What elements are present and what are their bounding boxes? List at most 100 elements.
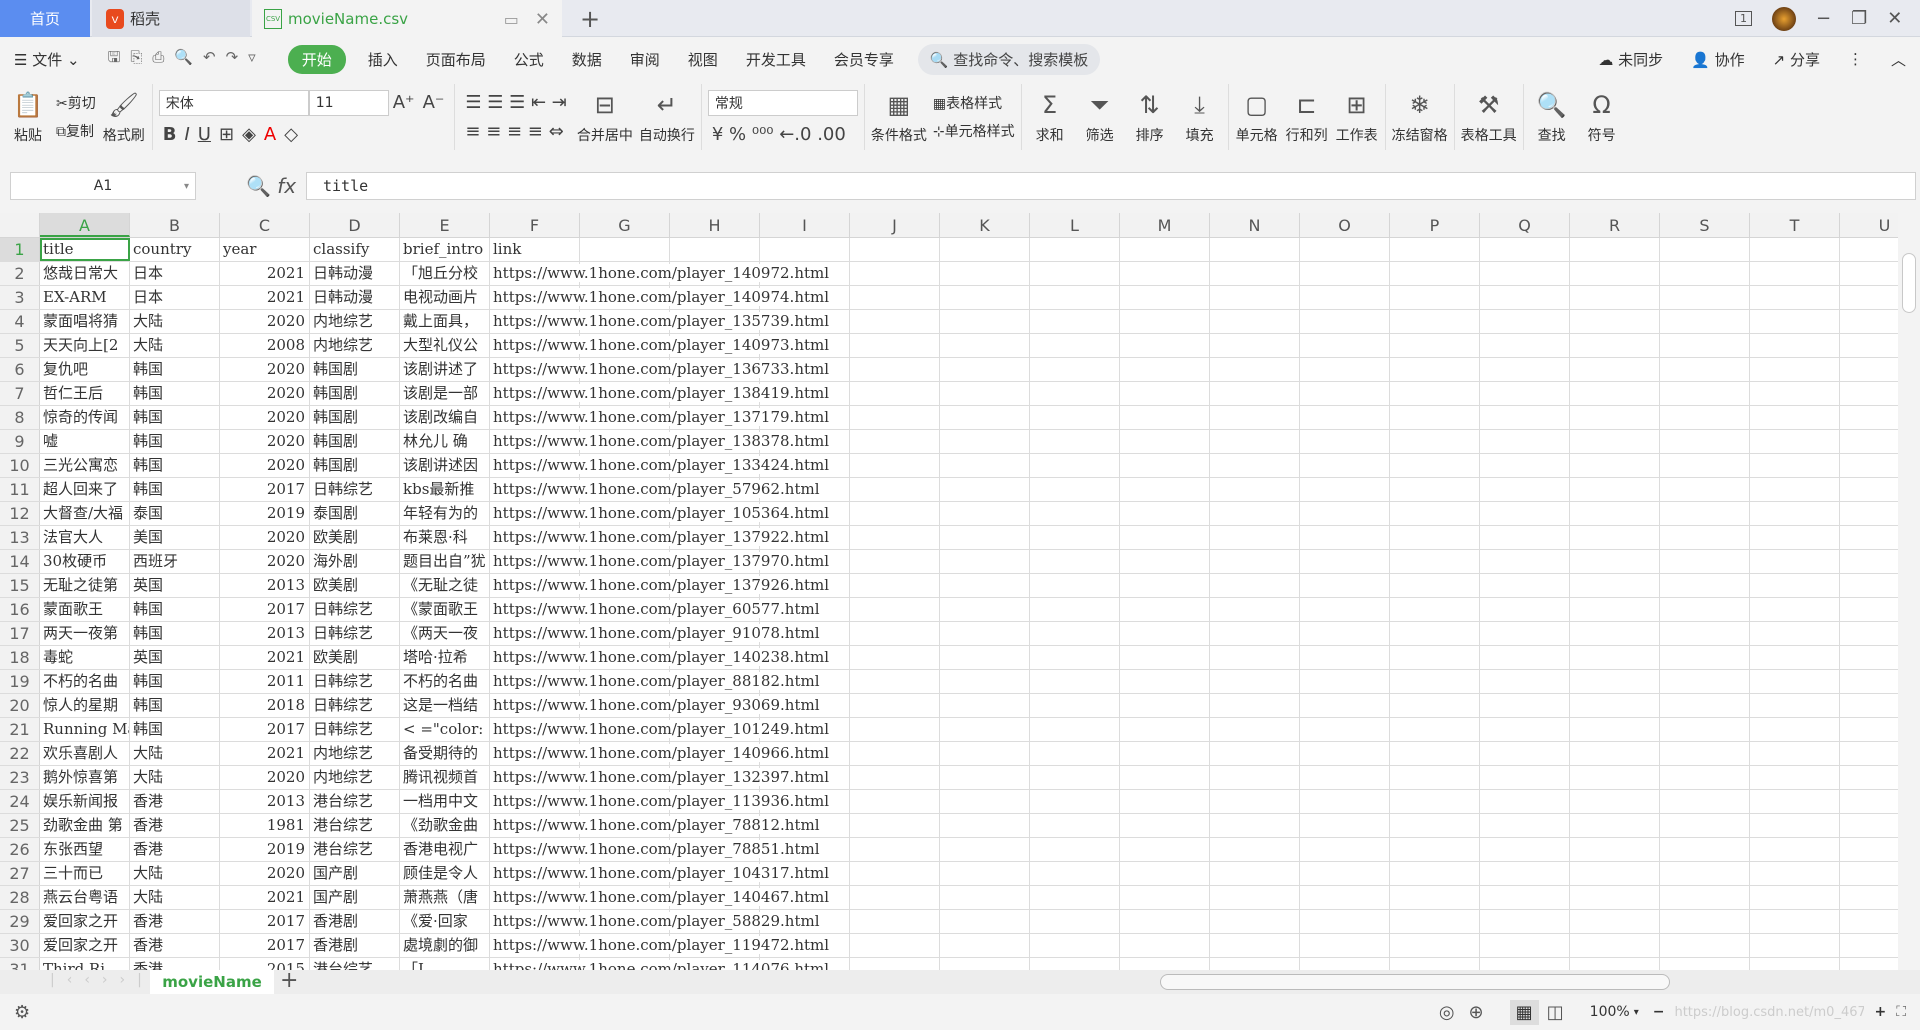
cell-J27[interactable] xyxy=(850,862,940,885)
cell-S25[interactable] xyxy=(1660,814,1750,837)
cell-C29[interactable]: 2017 xyxy=(220,910,310,933)
column-header-E[interactable]: E xyxy=(400,213,490,237)
cell-T26[interactable] xyxy=(1750,838,1840,861)
row-header[interactable]: 14 xyxy=(0,550,40,573)
cell-L27[interactable] xyxy=(1030,862,1120,885)
cell-M22[interactable] xyxy=(1120,742,1210,765)
cell-J31[interactable] xyxy=(850,958,940,970)
cell-Q23[interactable] xyxy=(1480,766,1570,789)
menu-tab-7[interactable]: 开发工具 xyxy=(732,49,820,70)
share-button[interactable]: ↗ 分享 xyxy=(1759,49,1834,70)
sum-button[interactable]: Σ 求和 xyxy=(1028,89,1072,145)
cell-B30[interactable]: 香港 xyxy=(130,934,220,957)
cell-R21[interactable] xyxy=(1570,718,1660,741)
row-header[interactable]: 22 xyxy=(0,742,40,765)
cell-U20[interactable] xyxy=(1840,694,1898,717)
cell-T13[interactable] xyxy=(1750,526,1840,549)
cell-U21[interactable] xyxy=(1840,718,1898,741)
cell-D26[interactable]: 港台综艺 xyxy=(310,838,400,861)
cell-Q27[interactable] xyxy=(1480,862,1570,885)
cell-B15[interactable]: 英国 xyxy=(130,574,220,597)
cell-D12[interactable]: 泰国剧 xyxy=(310,502,400,525)
cell-Q31[interactable] xyxy=(1480,958,1570,970)
underline-icon[interactable]: U xyxy=(194,124,215,145)
cell-K15[interactable] xyxy=(940,574,1030,597)
cell-A2[interactable]: 悠哉日常大 xyxy=(40,262,130,285)
cell-N24[interactable] xyxy=(1210,790,1300,813)
cell-N18[interactable] xyxy=(1210,646,1300,669)
cell-T29[interactable] xyxy=(1750,910,1840,933)
cell-A27[interactable]: 三十而已 xyxy=(40,862,130,885)
cell-D28[interactable]: 国产剧 xyxy=(310,886,400,909)
cell-L1[interactable] xyxy=(1030,238,1120,261)
cell-E5[interactable]: 大型礼仪公 xyxy=(400,334,490,357)
column-header-K[interactable]: K xyxy=(940,213,1030,237)
cell-U30[interactable] xyxy=(1840,934,1898,957)
cell-N29[interactable] xyxy=(1210,910,1300,933)
cell-S3[interactable] xyxy=(1660,286,1750,309)
cell-U8[interactable] xyxy=(1840,406,1898,429)
cell-Q9[interactable] xyxy=(1480,430,1570,453)
cell-N26[interactable] xyxy=(1210,838,1300,861)
cell-U26[interactable] xyxy=(1840,838,1898,861)
column-header-A[interactable]: A xyxy=(40,213,130,237)
formula-input[interactable]: title xyxy=(306,172,1916,200)
cell-J5[interactable] xyxy=(850,334,940,357)
cell-B26[interactable]: 香港 xyxy=(130,838,220,861)
cell-K27[interactable] xyxy=(940,862,1030,885)
cell-T15[interactable] xyxy=(1750,574,1840,597)
cell-A24[interactable]: 娱乐新闻报 xyxy=(40,790,130,813)
cell-Q4[interactable] xyxy=(1480,310,1570,333)
cell-J24[interactable] xyxy=(850,790,940,813)
cell-L20[interactable] xyxy=(1030,694,1120,717)
cell-T12[interactable] xyxy=(1750,502,1840,525)
cell-F4[interactable]: https://www.1hone.com/player_135739.html xyxy=(490,310,832,333)
cell-S11[interactable] xyxy=(1660,478,1750,501)
cell-Q25[interactable] xyxy=(1480,814,1570,837)
cell-F27[interactable]: https://www.1hone.com/player_104317.html xyxy=(490,862,832,885)
cell-T20[interactable] xyxy=(1750,694,1840,717)
cell-M15[interactable] xyxy=(1120,574,1210,597)
cell-M24[interactable] xyxy=(1120,790,1210,813)
align-top-icons[interactable]: ☰ ☰ ☰ ⇤ ⇥ xyxy=(461,92,570,113)
cell-F15[interactable]: https://www.1hone.com/player_137926.html xyxy=(490,574,832,597)
cell-R17[interactable] xyxy=(1570,622,1660,645)
cell-U24[interactable] xyxy=(1840,790,1898,813)
cell-Q13[interactable] xyxy=(1480,526,1570,549)
row-header[interactable]: 9 xyxy=(0,430,40,453)
crosshair-icon[interactable]: ⊕ xyxy=(1469,1002,1484,1023)
cell-E29[interactable]: 《爱·回家 xyxy=(400,910,490,933)
cell-E23[interactable]: 腾讯视频首 xyxy=(400,766,490,789)
cell-L3[interactable] xyxy=(1030,286,1120,309)
cell-D5[interactable]: 内地综艺 xyxy=(310,334,400,357)
cell-S16[interactable] xyxy=(1660,598,1750,621)
cell-O5[interactable] xyxy=(1300,334,1390,357)
cell-Q19[interactable] xyxy=(1480,670,1570,693)
cell-C25[interactable]: 1981 xyxy=(220,814,310,837)
vertical-scrollbar[interactable] xyxy=(1898,213,1920,970)
cell-J25[interactable] xyxy=(850,814,940,837)
spreadsheet-grid[interactable]: ABCDEFGHIJKLMNOPQRSTU 1 title country year c… xyxy=(0,213,1898,970)
cell-C11[interactable]: 2017 xyxy=(220,478,310,501)
cell-R15[interactable] xyxy=(1570,574,1660,597)
cell-N8[interactable] xyxy=(1210,406,1300,429)
cell-T21[interactable] xyxy=(1750,718,1840,741)
cell-L12[interactable] xyxy=(1030,502,1120,525)
cell-S29[interactable] xyxy=(1660,910,1750,933)
cell-P18[interactable] xyxy=(1390,646,1480,669)
cell-K7[interactable] xyxy=(940,382,1030,405)
cell-R29[interactable] xyxy=(1570,910,1660,933)
cell-K16[interactable] xyxy=(940,598,1030,621)
cell-F14[interactable]: https://www.1hone.com/player_137970.html xyxy=(490,550,832,573)
cell-E14[interactable]: 题目出自”犹 xyxy=(400,550,490,573)
cell-T10[interactable] xyxy=(1750,454,1840,477)
cell-R11[interactable] xyxy=(1570,478,1660,501)
menu-tab-0[interactable]: 开始 xyxy=(287,44,346,74)
column-header-U[interactable]: U xyxy=(1840,213,1898,237)
cell-K19[interactable] xyxy=(940,670,1030,693)
cell-P29[interactable] xyxy=(1390,910,1480,933)
cell-T18[interactable] xyxy=(1750,646,1840,669)
cell-C5[interactable]: 2008 xyxy=(220,334,310,357)
cell-N13[interactable] xyxy=(1210,526,1300,549)
cell-C20[interactable]: 2018 xyxy=(220,694,310,717)
